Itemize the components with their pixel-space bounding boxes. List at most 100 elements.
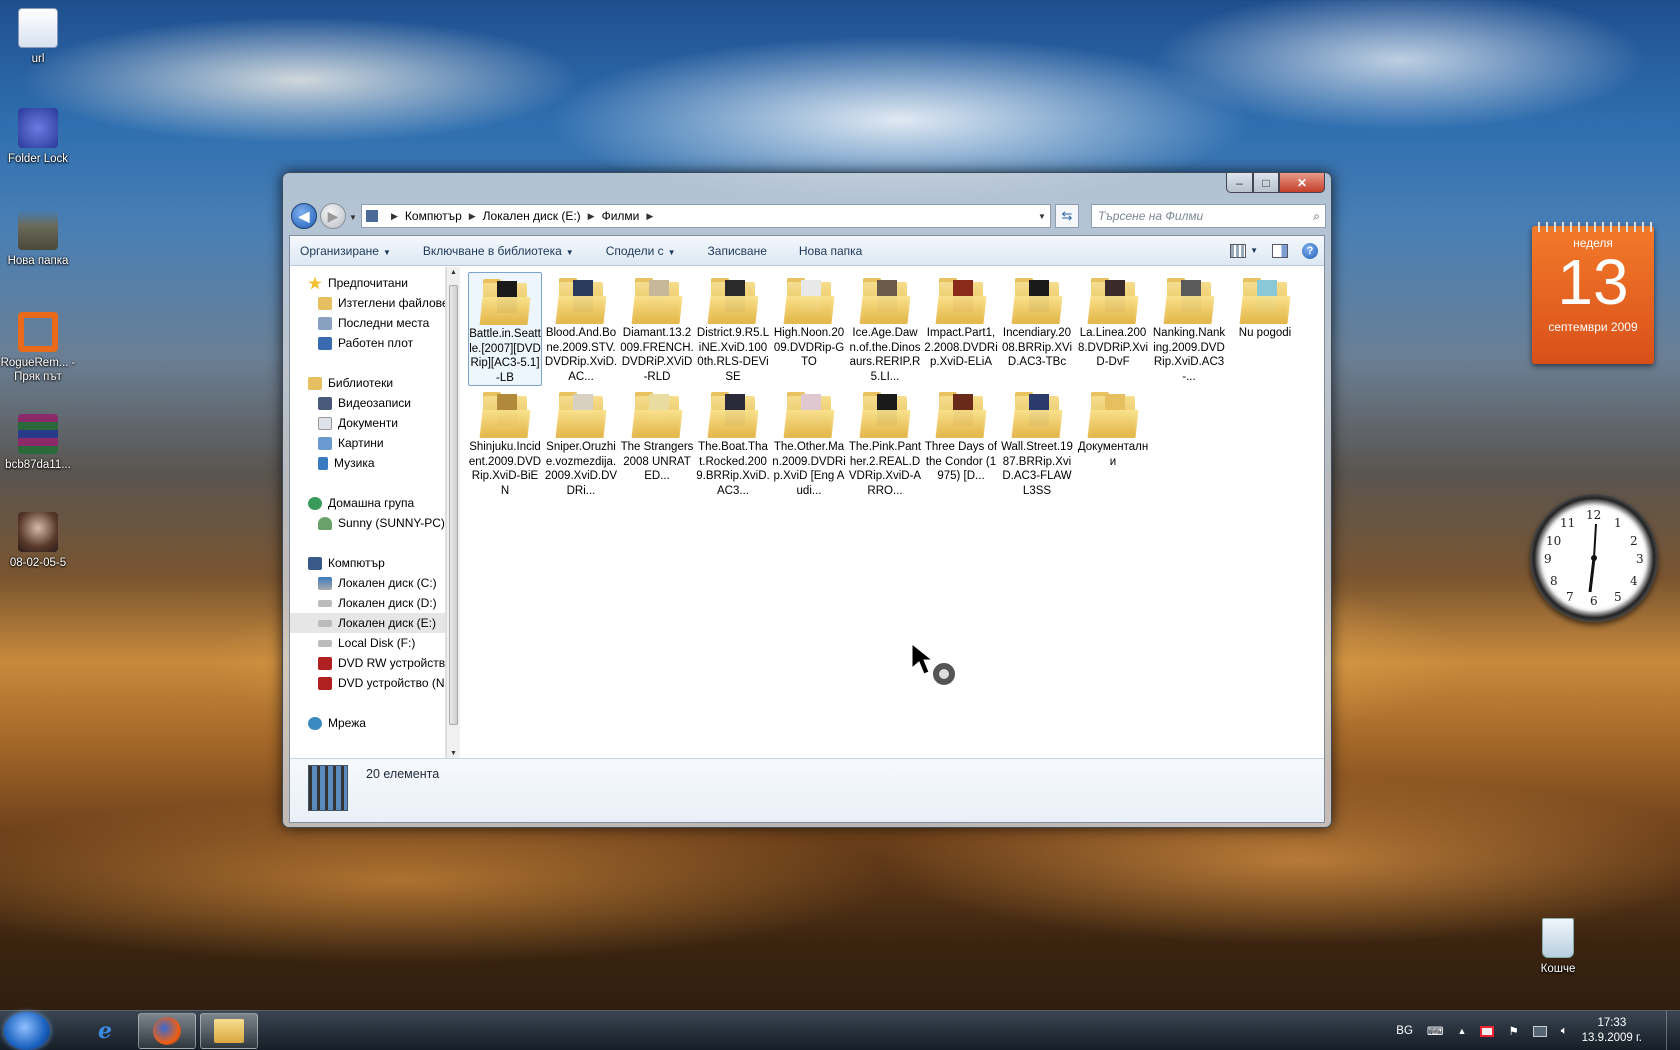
nav-desktop[interactable]: Работен плот <box>290 333 445 353</box>
nav-computer[interactable]: Компютър <box>290 553 445 573</box>
folder-item[interactable]: Impact.Part1,2.2008.DVDRip.XviD-ELiA <box>924 272 998 370</box>
show-desktop-button[interactable] <box>1666 1011 1680 1050</box>
help-icon[interactable]: ? <box>1302 242 1318 259</box>
folder-item[interactable]: Blood.And.Bone.2009.STV.DVDRip.XviD.AC..… <box>544 272 618 384</box>
folder-item[interactable]: Документални <box>1076 386 1150 469</box>
recent-pages-dropdown[interactable]: ▼ <box>349 213 357 222</box>
folder-item[interactable]: High.Noon.2009.DVDRip-GTO <box>772 272 846 370</box>
breadcrumb-item[interactable]: Филми <box>602 209 640 223</box>
search-icon[interactable]: ⌕ <box>1313 209 1320 224</box>
nav-downloads[interactable]: Изтеглени файлове <box>290 293 445 313</box>
nav-network[interactable]: Мрежа <box>290 713 445 733</box>
address-dropdown-icon[interactable]: ▼ <box>1034 212 1050 221</box>
explorer-window[interactable]: – □ ✕ ◀ ▶ ▼ ▶ Компютър ▶ Локален диск (E… <box>282 172 1332 828</box>
nav-music[interactable]: Музика <box>290 453 445 473</box>
refresh-button[interactable]: ⇆ <box>1055 204 1079 228</box>
desktop-icon-recycle-bin[interactable]: Кошче <box>1520 918 1596 976</box>
language-indicator[interactable]: BG <box>1396 1025 1413 1037</box>
nav-disk-c[interactable]: Локален диск (C:) <box>290 573 445 593</box>
folder-item[interactable]: Ice.Age.Dawn.of.the.Dinosaurs.RERIP.R5.L… <box>848 272 922 384</box>
folder-name: Three Days of the Condor (1975) [D... <box>924 441 998 482</box>
network-tray-icon[interactable] <box>1532 1025 1547 1037</box>
nav-disk-e[interactable]: Локален диск (E:) <box>290 613 445 633</box>
scroll-up-icon[interactable]: ▲ <box>450 269 457 276</box>
folder-item[interactable]: The.Pink.Panther.2.REAL.DVDRip.XviD-ARRO… <box>848 386 922 498</box>
desktop-icon-folder-lock[interactable]: Folder Lock <box>0 108 76 166</box>
nav-favorites[interactable]: Предпочитани <box>290 273 445 293</box>
nav-libraries[interactable]: Библиотеки <box>290 373 445 393</box>
breadcrumb[interactable]: ▶ Компютър ▶ Локален диск (E:) ▶ Филми ▶… <box>361 204 1051 228</box>
keyboard-icon[interactable]: ⌨ <box>1427 1024 1444 1038</box>
taskbar-clock[interactable]: 17:33 13.9.2009 г. <box>1582 1016 1642 1046</box>
breadcrumb-item[interactable]: Локален диск (E:) <box>483 209 581 223</box>
nav-videos[interactable]: Видеозаписи <box>290 393 445 413</box>
burn-button[interactable]: Записване <box>708 244 767 258</box>
folder-item[interactable]: Three Days of the Condor (1975) [D... <box>924 386 998 484</box>
network-monitor-icon[interactable] <box>1480 1025 1495 1037</box>
folder-item[interactable]: Diamant.13.2009.FRENCH.DVDRiP.XViD-RLD <box>620 272 694 384</box>
folder-item[interactable]: Battle.in.Seattle.[2007][DVDRip][AC3-5.1… <box>468 272 542 386</box>
close-button[interactable]: ✕ <box>1279 173 1325 193</box>
nav-disk-f[interactable]: Local Disk (F:) <box>290 633 445 653</box>
back-button[interactable]: ◀ <box>291 203 317 229</box>
folder-item[interactable]: Sniper.Oruzhie.vozmezdija.2009.XviD.DVDR… <box>544 386 618 498</box>
scroll-down-icon[interactable]: ▼ <box>450 750 457 757</box>
clock-gadget[interactable]: 12 1 2 3 4 5 6 7 8 9 10 11 <box>1530 494 1658 622</box>
folder-item[interactable]: Incendiary.2008.BRRip.XViD.AC3-TBc <box>1000 272 1074 370</box>
chevron-right-icon[interactable]: ▶ <box>588 211 595 222</box>
minimize-button[interactable]: – <box>1226 173 1253 193</box>
new-folder-button[interactable]: Нова папка <box>799 244 862 258</box>
taskbar-explorer[interactable] <box>200 1013 258 1049</box>
nav-disk-d[interactable]: Локален диск (D:) <box>290 593 445 613</box>
folder-item[interactable]: The.Other.Man.2009.DVDRip.XviD [Eng Audi… <box>772 386 846 498</box>
organize-button[interactable]: Организиране ▼ <box>300 244 391 258</box>
taskbar-firefox[interactable] <box>138 1013 196 1049</box>
nav-label: Работен плот <box>338 336 414 350</box>
show-hidden-icons[interactable]: ▲ <box>1458 1026 1467 1036</box>
calendar-gadget[interactable]: неделя 13 септември 2009 <box>1532 222 1654 364</box>
include-in-library-button[interactable]: Включване в библиотека ▼ <box>423 244 574 258</box>
action-center-flag-icon[interactable]: ⚑ <box>1508 1024 1518 1038</box>
search-input[interactable]: Търсене на Филми ⌕ <box>1091 204 1326 228</box>
nav-documents[interactable]: Документи <box>290 413 445 433</box>
taskbar: e BG ⌨ ▲ ⚑ 🔈︎ 17:33 13.9.2009 г. <box>0 1010 1680 1050</box>
folder-item[interactable]: Nanking.Nanking.2009.DVDRip.XviD.AC3-... <box>1152 272 1226 384</box>
folder-icon <box>707 390 759 438</box>
desktop-icon-archive[interactable]: bcb87da11... <box>0 414 76 472</box>
user-icon <box>318 516 332 530</box>
start-button[interactable] <box>4 1012 50 1050</box>
command-bar: Организиране ▼ Включване в библиотека ▼ Сп… <box>290 236 1324 266</box>
desktop-icon-rogueremover[interactable]: RogueRem... - Пряк път <box>0 312 76 384</box>
desktop-icon-url[interactable]: url <box>0 8 76 66</box>
change-view-icon[interactable] <box>1230 243 1247 258</box>
folder-item[interactable]: Wall.Street.1987.BRRip.XviD.AC3-FLAWL3SS <box>1000 386 1074 498</box>
folder-item[interactable]: The Strangers 2008 UNRATED... <box>620 386 694 484</box>
nav-recent[interactable]: Последни места <box>290 313 445 333</box>
forward-button[interactable]: ▶ <box>320 203 346 229</box>
folder-item[interactable]: The.Boat.That.Rocked.2009.BRRip.XviD.AC3… <box>696 386 770 498</box>
breadcrumb-item[interactable]: Компютър <box>405 209 462 223</box>
chevron-right-icon[interactable]: ▶ <box>469 211 476 222</box>
preview-pane-icon[interactable] <box>1272 243 1288 258</box>
folder-item[interactable]: Shinjuku.Incident.2009.DVDRip.XviD-BiEN <box>468 386 542 498</box>
desktop-icon-photo[interactable]: 08-02-05-5 <box>0 512 76 570</box>
nav-user[interactable]: Sunny (SUNNY-PC) <box>290 513 445 533</box>
chevron-right-icon[interactable]: ▶ <box>646 211 653 222</box>
folder-name: The.Other.Man.2009.DVDRip.XviD [Eng Audi… <box>772 441 846 497</box>
nav-pictures[interactable]: Картини <box>290 433 445 453</box>
taskbar-internet-explorer[interactable]: e <box>76 1013 134 1049</box>
nav-homegroup[interactable]: Домашна група <box>290 493 445 513</box>
chevron-down-icon[interactable]: ▼ <box>1250 246 1258 255</box>
folder-item[interactable]: Nu pogodi <box>1228 272 1302 341</box>
scroll-thumb[interactable] <box>449 285 458 725</box>
share-with-button[interactable]: Сподели с ▼ <box>606 244 676 258</box>
nav-dvd[interactable]: DVD устройство (N <box>290 673 445 693</box>
desktop-icon-new-folder[interactable]: Нова папка <box>0 210 76 268</box>
nav-scrollbar[interactable]: ▲ ▼ <box>446 267 460 759</box>
maximize-button[interactable]: □ <box>1253 173 1279 193</box>
chevron-right-icon[interactable]: ▶ <box>391 211 398 222</box>
volume-icon[interactable]: 🔈︎ <box>1561 1025 1568 1038</box>
nav-dvd-rw[interactable]: DVD RW устройство <box>290 653 445 673</box>
folder-item[interactable]: District.9.R5.LiNE.XviD.1000th.RLS-DEViS… <box>696 272 770 384</box>
folder-item[interactable]: La.Linea.2008.DVDRiP.XviD-DvF <box>1076 272 1150 370</box>
